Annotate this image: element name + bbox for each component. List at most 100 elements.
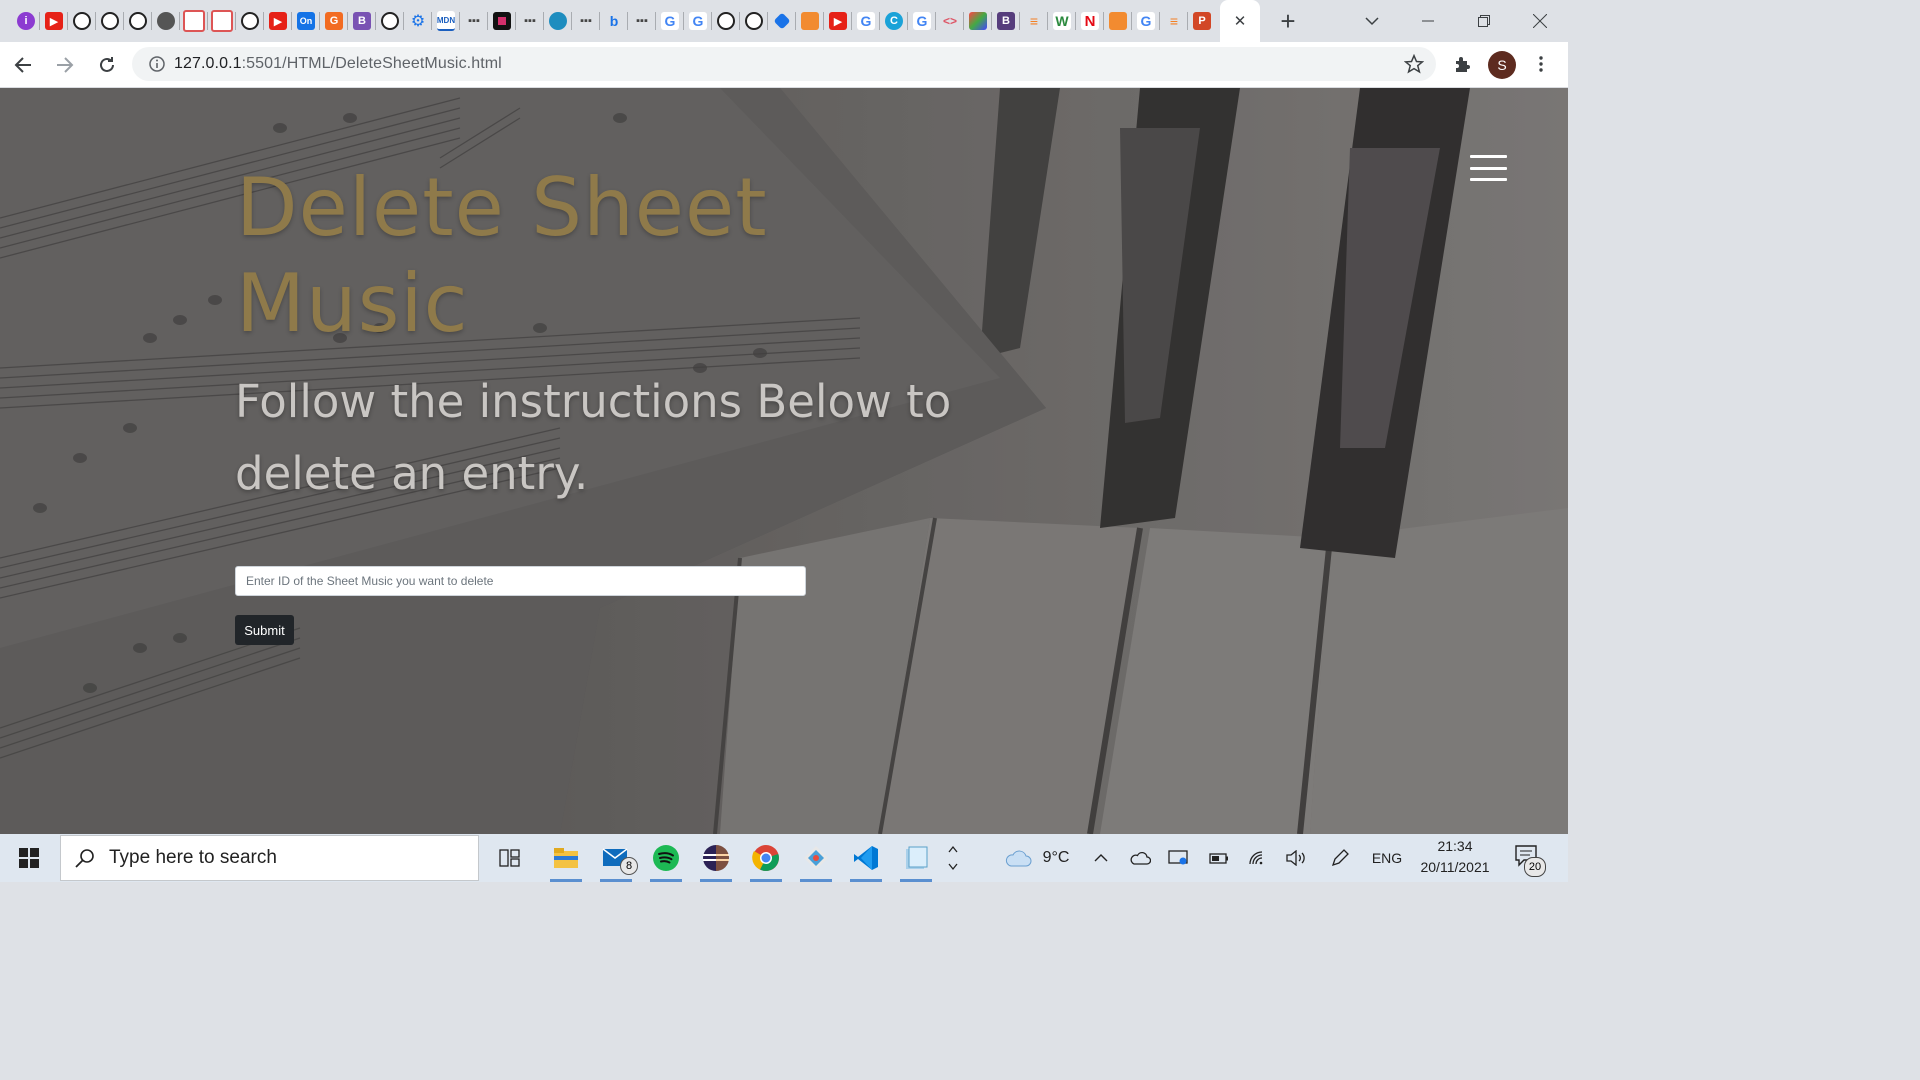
tab-google-1[interactable]: G — [656, 0, 684, 42]
tab-openai-1[interactable] — [180, 0, 208, 42]
minimize-icon[interactable] — [1400, 0, 1456, 42]
gitkraken-icon[interactable] — [794, 834, 838, 882]
tab-youtube-2[interactable]: ▶ — [264, 0, 292, 42]
profile-avatar[interactable]: S — [1488, 51, 1516, 79]
on-icon: On — [297, 12, 315, 30]
restore-icon[interactable] — [1456, 0, 1512, 42]
code-icon: <> — [942, 14, 957, 28]
hamburger-menu-icon[interactable] — [1470, 155, 1507, 181]
tab-mdn[interactable]: MDN — [432, 0, 460, 42]
spotify-icon[interactable] — [644, 834, 688, 882]
eclipse-icon[interactable] — [694, 834, 738, 882]
tab-g-orange[interactable]: G — [320, 0, 348, 42]
app-icon — [493, 12, 511, 30]
clock-time: 21:34 — [1437, 838, 1473, 854]
tab-youtube-3[interactable]: ▶ — [824, 0, 852, 42]
input-language[interactable]: ENG — [1366, 834, 1408, 882]
tab-google-4[interactable]: G — [908, 0, 936, 42]
tab-netflix[interactable]: N — [1076, 0, 1104, 42]
pinned-tabs: i ▶ ▶ On G B ⚙ MDN ▪▪▪ ▪▪▪ ▪▪▪ b ▪▪▪ G G… — [0, 0, 1216, 42]
tab-code[interactable]: <> — [936, 0, 964, 42]
weather-temperature[interactable]: 9°C — [1036, 834, 1076, 882]
powerpoint-icon: P — [1193, 12, 1211, 30]
tab-edge[interactable] — [544, 0, 572, 42]
onedrive-icon[interactable] — [1126, 834, 1154, 882]
tab-stackoverflow-1[interactable]: ≡ — [1020, 0, 1048, 42]
tab-on[interactable]: On — [292, 0, 320, 42]
tab-ellipsis-1[interactable]: ▪▪▪ — [460, 0, 488, 42]
sheet-music-id-input[interactable] — [235, 566, 806, 596]
tab-github-7[interactable] — [740, 0, 768, 42]
extensions-icon[interactable] — [1446, 46, 1480, 82]
weather-cloud-icon[interactable] — [998, 834, 1038, 882]
tab-c[interactable]: C — [880, 0, 908, 42]
tab-diamond[interactable] — [768, 0, 796, 42]
tab-bootstrap[interactable]: B — [348, 0, 376, 42]
tab-openai-2[interactable] — [208, 0, 236, 42]
bootstrap-icon: B — [353, 12, 371, 30]
new-tab-button[interactable]: + — [1268, 0, 1308, 42]
tab-github-4[interactable] — [236, 0, 264, 42]
tab-ellipsis-2[interactable]: ▪▪▪ — [516, 0, 544, 42]
tab-google-3[interactable]: G — [852, 0, 880, 42]
stackoverflow-icon: ≡ — [1029, 13, 1039, 29]
windows-start-icon[interactable] — [0, 834, 58, 882]
tab-extension[interactable]: i — [12, 0, 40, 42]
tab-github-2[interactable] — [96, 0, 124, 42]
hamburger-bar — [1470, 178, 1507, 181]
tab-search-icon[interactable] — [1354, 0, 1390, 42]
tab-bing[interactable]: b — [600, 0, 628, 42]
tab-stackoverflow-2[interactable]: ≡ — [1160, 0, 1188, 42]
forward-icon[interactable] — [46, 46, 84, 84]
action-center-icon[interactable]: 20 — [1512, 842, 1546, 877]
tab-github-6[interactable] — [712, 0, 740, 42]
display-icon[interactable] — [1164, 834, 1192, 882]
chrome-icon[interactable] — [744, 834, 788, 882]
tab-google-5[interactable]: G — [1132, 0, 1160, 42]
tab-gear[interactable]: ⚙ — [404, 0, 432, 42]
back-icon[interactable] — [4, 46, 42, 84]
tab-globe[interactable] — [152, 0, 180, 42]
active-tab[interactable]: ✕ — [1220, 0, 1260, 42]
browser-menu-icon[interactable] — [1528, 46, 1554, 82]
address-bar[interactable]: 127.0.0.1:5501/HTML/DeleteSheetMusic.htm… — [132, 47, 1436, 81]
file-explorer-icon[interactable] — [544, 834, 588, 882]
volume-icon[interactable] — [1282, 834, 1310, 882]
url-text: 127.0.0.1:5501/HTML/DeleteSheetMusic.htm… — [174, 55, 502, 73]
app-icon — [801, 12, 819, 30]
tab-github-5[interactable] — [376, 0, 404, 42]
close-window-icon[interactable] — [1512, 0, 1568, 42]
tab-github-1[interactable] — [68, 0, 96, 42]
task-view-icon[interactable] — [488, 834, 532, 882]
github-icon — [129, 12, 147, 30]
tab-orange-app[interactable] — [796, 0, 824, 42]
github-icon — [241, 12, 259, 30]
tab-google-2[interactable]: G — [684, 0, 712, 42]
bookmark-star-icon[interactable] — [1403, 53, 1425, 79]
tab-youtube[interactable]: ▶ — [40, 0, 68, 42]
tab-github-3[interactable] — [124, 0, 152, 42]
tab-orange-app-2[interactable] — [1104, 0, 1132, 42]
taskbar-clock[interactable]: 21:34 20/11/2021 — [1412, 836, 1498, 880]
scroll-taskbar-icon[interactable] — [942, 834, 964, 882]
taskbar-search-box[interactable]: Type here to search — [60, 835, 479, 881]
wifi-icon[interactable] — [1244, 834, 1272, 882]
tab-dark[interactable] — [488, 0, 516, 42]
show-hidden-icons-icon[interactable] — [1088, 834, 1114, 882]
vscode-icon[interactable] — [844, 834, 888, 882]
tab-colorful[interactable] — [964, 0, 992, 42]
ellipsis-icon: ▪▪▪ — [524, 15, 536, 27]
tab-b-dark[interactable]: B — [992, 0, 1020, 42]
reload-icon[interactable] — [88, 46, 126, 84]
tab-w[interactable]: W — [1048, 0, 1076, 42]
site-info-icon[interactable] — [142, 56, 172, 72]
tab-ellipsis-4[interactable]: ▪▪▪ — [628, 0, 656, 42]
tab-close-icon[interactable]: ✕ — [1234, 12, 1247, 30]
tab-powerpoint[interactable]: P — [1188, 0, 1216, 42]
notepad-icon[interactable] — [894, 834, 938, 882]
submit-button[interactable]: Submit — [235, 615, 294, 645]
tab-ellipsis-3[interactable]: ▪▪▪ — [572, 0, 600, 42]
battery-icon[interactable] — [1204, 834, 1232, 882]
mail-icon[interactable]: 8 — [594, 834, 638, 882]
pen-icon[interactable] — [1326, 834, 1354, 882]
